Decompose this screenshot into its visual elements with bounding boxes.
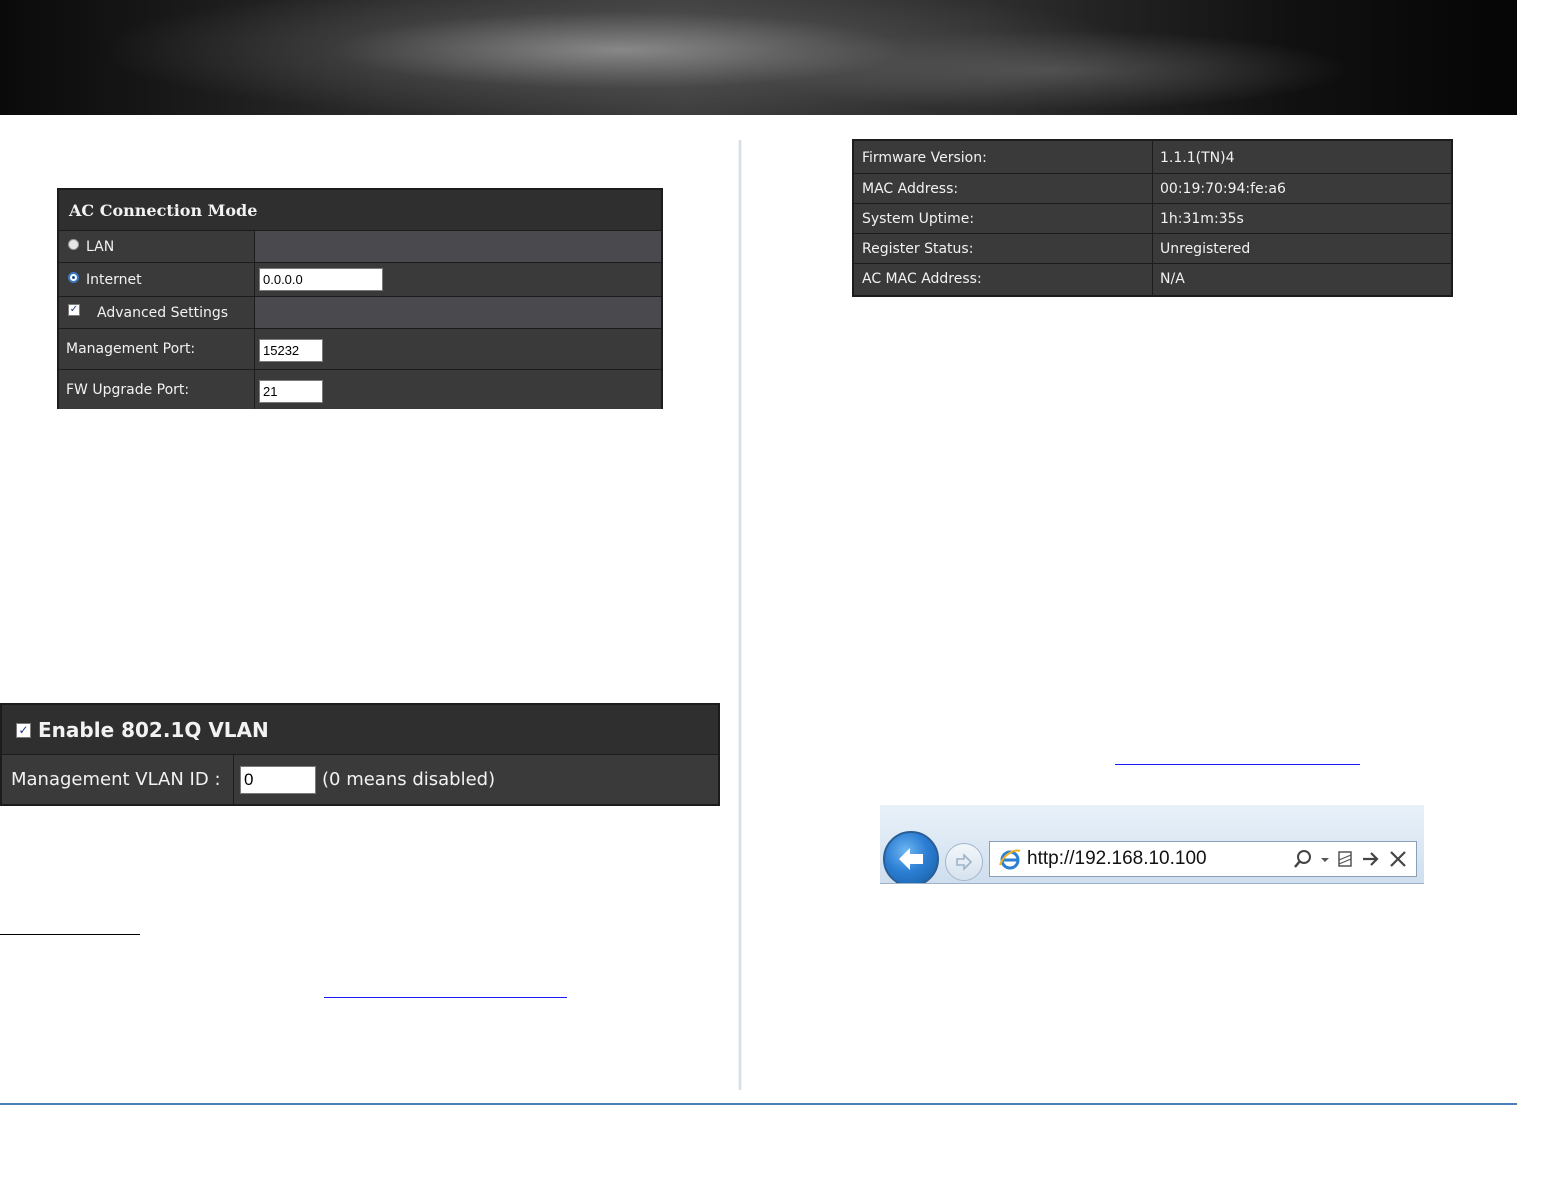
forward-arrow-icon	[956, 853, 973, 871]
search-icon[interactable]	[1292, 848, 1314, 870]
fw-port-label: FW Upgrade Port:	[66, 381, 190, 398]
ac-panel-header: AC Connection Mode	[59, 190, 661, 230]
lan-label: LAN	[86, 238, 115, 255]
browser-toolbar: http://192.168.10.100	[880, 805, 1424, 884]
status-row: Register Status: Unregistered	[854, 233, 1451, 263]
fw-port-input[interactable]: 21	[259, 380, 323, 403]
address-tools	[1292, 848, 1408, 870]
mgmt-port-row: Management Port: 15232	[59, 328, 661, 369]
section-underline	[0, 934, 140, 935]
back-button[interactable]	[883, 831, 939, 883]
vlan-id-row: Management VLAN ID : 0 (0 means disabled…	[2, 754, 718, 804]
status-panel: Firmware Version: 1.1.1(TN)4 MAC Address…	[852, 139, 1453, 297]
status-value: N/A	[1160, 271, 1185, 287]
dropdown-icon[interactable]	[1320, 848, 1330, 870]
vlan-id-input[interactable]: 0	[240, 766, 316, 794]
url-text: http://192.168.10.100	[1027, 848, 1207, 869]
advanced-row: ✓ Advanced Settings	[59, 296, 661, 328]
vlan-enable-checkbox[interactable]: ✓	[16, 723, 31, 738]
fw-port-row: FW Upgrade Port: 21	[59, 369, 661, 409]
column-divider	[738, 140, 742, 1090]
mgmt-port-label: Management Port:	[66, 341, 196, 357]
vlan-hint: (0 means disabled)	[322, 769, 496, 790]
header-banner	[0, 0, 1517, 115]
lan-radio[interactable]	[68, 239, 79, 250]
status-label: Firmware Version:	[862, 150, 987, 166]
advanced-label: Advanced Settings	[97, 304, 229, 321]
status-label: Register Status:	[862, 240, 974, 257]
compatibility-view-icon[interactable]	[1336, 848, 1354, 870]
ac-connection-panel: AC Connection Mode LAN Internet 0.0.0.0 …	[57, 188, 663, 409]
status-label: AC MAC Address:	[862, 271, 982, 287]
vlan-header: ✓ Enable 802.1Q VLAN	[2, 705, 718, 754]
status-value: 1.1.1(TN)4	[1160, 150, 1235, 166]
ac-panel-title: AC Connection Mode	[69, 200, 258, 220]
vlan-panel: ✓ Enable 802.1Q VLAN Management VLAN ID …	[0, 703, 720, 806]
status-row: AC MAC Address: N/A	[854, 263, 1451, 294]
internet-row: Internet 0.0.0.0	[59, 262, 661, 296]
status-value: Unregistered	[1160, 240, 1251, 257]
status-value: 1h:31m:35s	[1160, 210, 1244, 227]
ac-ip-input[interactable]: 0.0.0.0	[259, 268, 383, 291]
internet-label: Internet	[86, 271, 142, 288]
lan-row: LAN	[59, 230, 661, 262]
link-underline-left[interactable]	[324, 997, 567, 998]
status-value: 00:19:70:94:fe:a6	[1160, 180, 1286, 197]
advanced-checkbox[interactable]: ✓	[68, 304, 80, 316]
close-icon[interactable]	[1388, 848, 1408, 870]
status-label: System Uptime:	[862, 210, 975, 227]
forward-button[interactable]	[945, 843, 983, 881]
go-arrow-icon[interactable]	[1360, 848, 1382, 870]
ie-logo-icon	[999, 849, 1021, 870]
status-row: System Uptime: 1h:31m:35s	[854, 203, 1451, 233]
status-row: Firmware Version: 1.1.1(TN)4	[854, 143, 1451, 173]
mgmt-port-input[interactable]: 15232	[259, 339, 323, 362]
footer-rule	[0, 1103, 1517, 1105]
address-bar[interactable]: http://192.168.10.100	[989, 841, 1417, 877]
status-row: MAC Address: 00:19:70:94:fe:a6	[854, 173, 1451, 203]
link-underline-right[interactable]	[1115, 764, 1360, 765]
status-label: MAC Address:	[862, 180, 959, 197]
internet-radio[interactable]	[68, 272, 79, 283]
vlan-title: Enable 802.1Q VLAN	[38, 717, 269, 742]
vlan-id-label: Management VLAN ID :	[11, 769, 221, 790]
back-arrow-icon	[899, 848, 923, 870]
